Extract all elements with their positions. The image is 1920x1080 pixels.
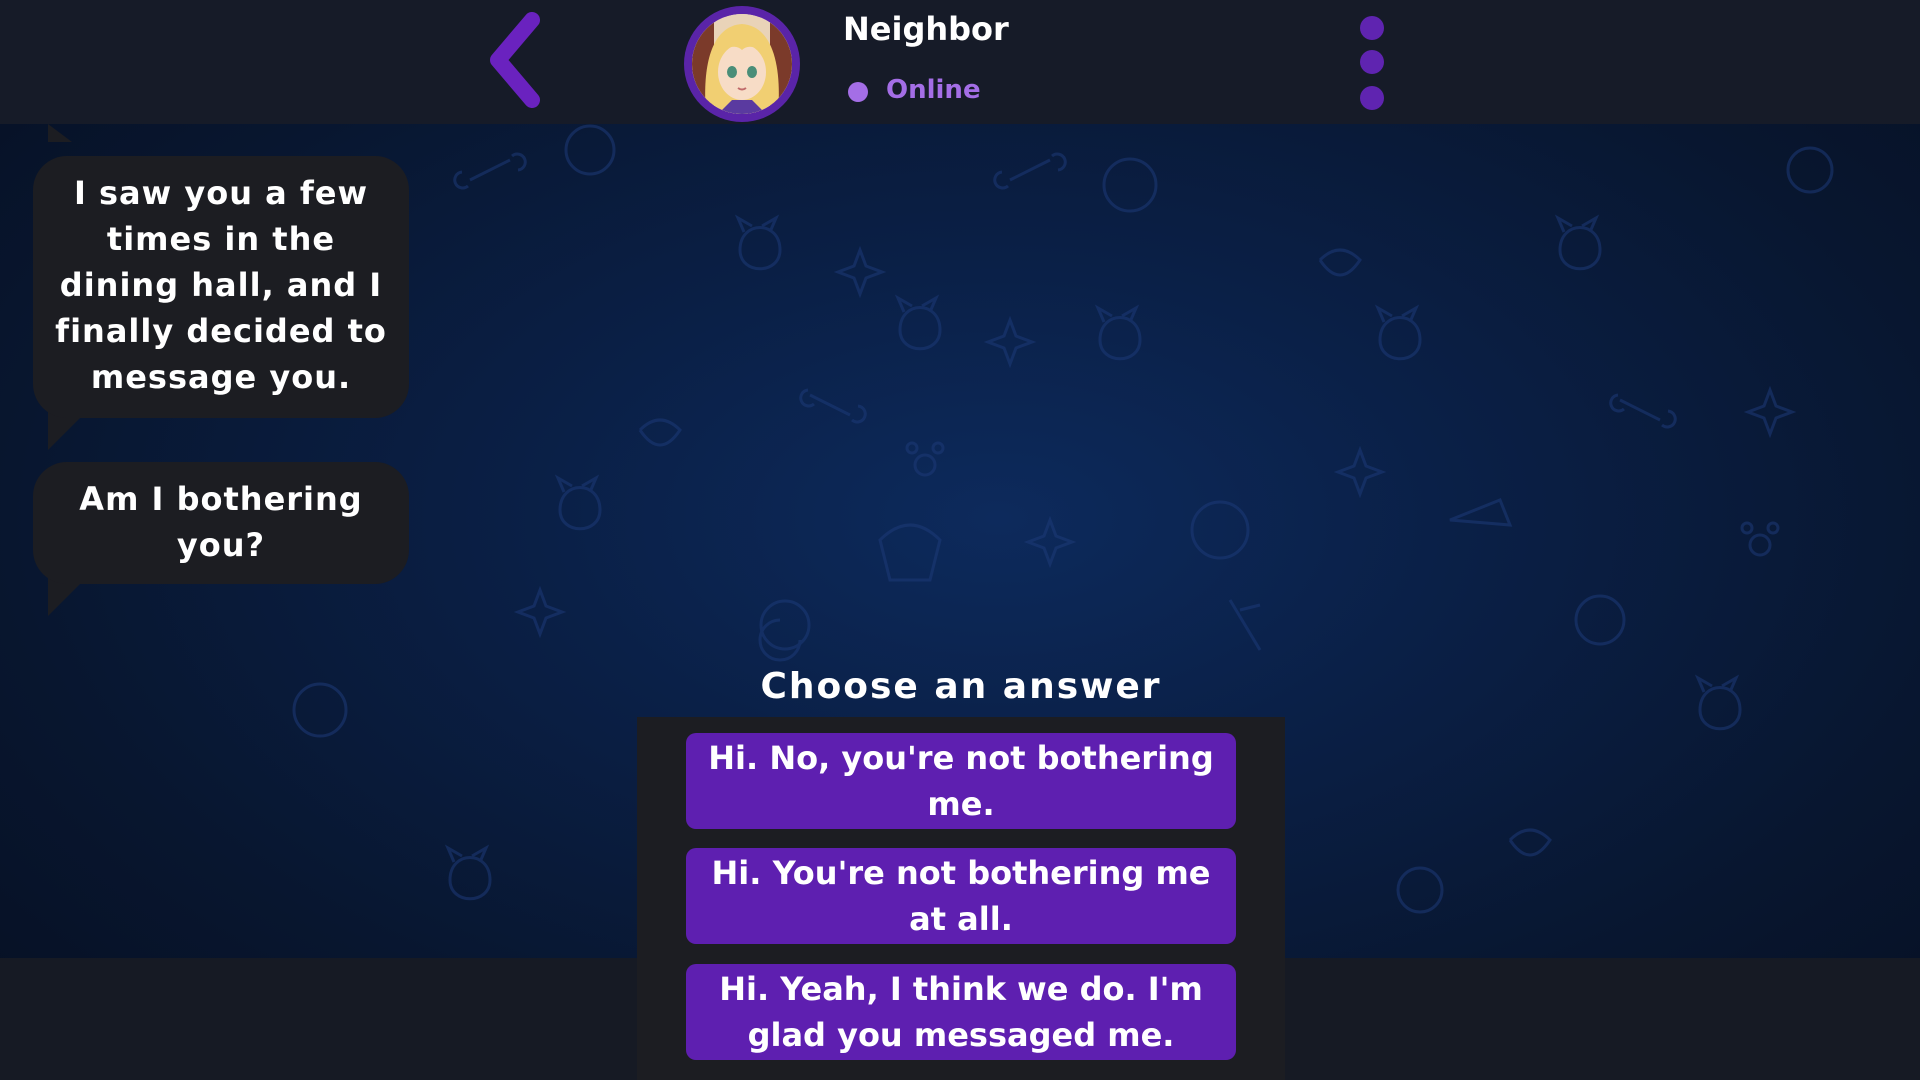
choose-answer-title: Choose an answer — [760, 666, 1162, 707]
menu-dot — [1360, 16, 1384, 40]
answer-option-label: Hi. Yeah, I think we do. I'm glad you me… — [719, 970, 1203, 1054]
chevron-left-icon — [490, 12, 540, 108]
online-status-dot — [848, 82, 868, 102]
menu-dot — [1360, 50, 1384, 74]
contact-name: Neighbor — [843, 10, 1009, 48]
incoming-message-bubble: Am I bothering you? — [33, 462, 409, 584]
message-text: Am I bothering you? — [79, 480, 363, 564]
message-text: I saw you a few times in the dining hall… — [55, 174, 387, 396]
avatar-image — [692, 14, 792, 114]
menu-dot — [1360, 86, 1384, 110]
answer-option-label: Hi. You're not bothering me at all. — [711, 854, 1211, 938]
incoming-message-bubble: I saw you a few times in the dining hall… — [33, 156, 409, 418]
bubble-tail — [48, 124, 72, 142]
avatar[interactable] — [684, 6, 800, 122]
answer-choices-panel: Hi. No, you're not bothering me. Hi. You… — [637, 717, 1285, 1080]
chat-header: Neighbor Online — [0, 0, 1920, 124]
answer-option-2-button[interactable]: Hi. You're not bothering me at all. — [686, 848, 1236, 944]
answer-option-label: Hi. No, you're not bothering me. — [708, 739, 1214, 823]
options-menu-button[interactable] — [1356, 14, 1388, 114]
answer-option-3-button[interactable]: Hi. Yeah, I think we do. I'm glad you me… — [686, 964, 1236, 1060]
answer-option-1-button[interactable]: Hi. No, you're not bothering me. — [686, 733, 1236, 829]
back-button[interactable] — [488, 10, 548, 110]
chat-screen: Neighbor Online I saw you a few times in… — [0, 0, 1920, 1080]
status-text: Online — [886, 75, 981, 105]
